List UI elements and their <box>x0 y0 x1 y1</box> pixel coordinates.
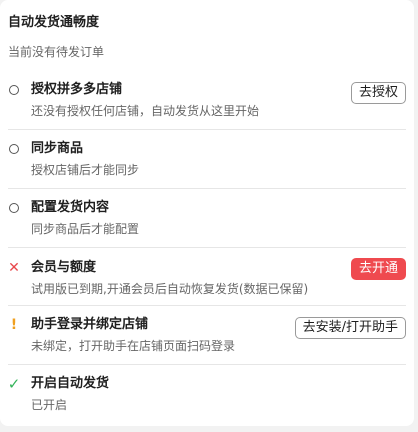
step-title: 会员与额度 <box>31 260 97 275</box>
step-description: 还没有授权任何店铺，自动发货从这里开始 <box>31 104 260 118</box>
step-assistant-login: ! 助手登录并绑定店铺 未绑定，打开助手在店铺页面扫码登录 去安装/打开助手 <box>8 306 406 365</box>
check-icon: ✓ <box>7 375 21 393</box>
card-title: 自动发货通畅度 <box>8 15 100 30</box>
circle-icon <box>8 143 20 155</box>
step-title: 配置发货内容 <box>31 200 110 215</box>
authorize-button[interactable]: 去授权 <box>350 82 406 104</box>
exclamation-icon: ! <box>10 317 18 333</box>
install-assistant-button[interactable]: 去安装/打开助手 <box>294 317 406 339</box>
step-description: 同步商品后才能配置 <box>31 222 140 236</box>
step-description: 已开启 <box>31 398 68 412</box>
step-title: 开启自动发货 <box>31 376 110 391</box>
circle-icon <box>8 84 20 96</box>
step-sync-products: 同步商品 授权店铺后才能同步 <box>8 130 406 189</box>
step-title: 助手登录并绑定店铺 <box>31 317 149 332</box>
step-title: 同步商品 <box>31 141 84 156</box>
delivery-status-card: 自动发货通畅度 当前没有待发订单 授权拼多多店铺 还没有授权任何店铺，自动发货从… <box>0 0 414 426</box>
step-description: 试用版已到期,开通会员后自动恢复发货(数据已保留) <box>31 282 309 296</box>
step-enable-auto-delivery: ✓ 开启自动发货 已开启 <box>8 365 406 421</box>
circle-icon <box>8 202 20 214</box>
activate-membership-button[interactable]: 去开通 <box>350 258 406 280</box>
step-description: 授权店铺后才能同步 <box>31 163 140 177</box>
step-membership-quota: ✕ 会员与额度 试用版已到期,开通会员后自动恢复发货(数据已保留) 去开通 <box>8 248 406 306</box>
step-description: 未绑定，打开助手在店铺页面扫码登录 <box>31 339 236 353</box>
cross-icon: ✕ <box>8 260 20 276</box>
card-subtitle: 当前没有待发订单 <box>8 45 105 59</box>
step-authorize-shop: 授权拼多多店铺 还没有授权任何店铺，自动发货从这里开始 去授权 <box>8 74 406 130</box>
step-configure-delivery: 配置发货内容 同步商品后才能配置 <box>8 189 406 248</box>
step-title: 授权拼多多店铺 <box>31 82 123 97</box>
